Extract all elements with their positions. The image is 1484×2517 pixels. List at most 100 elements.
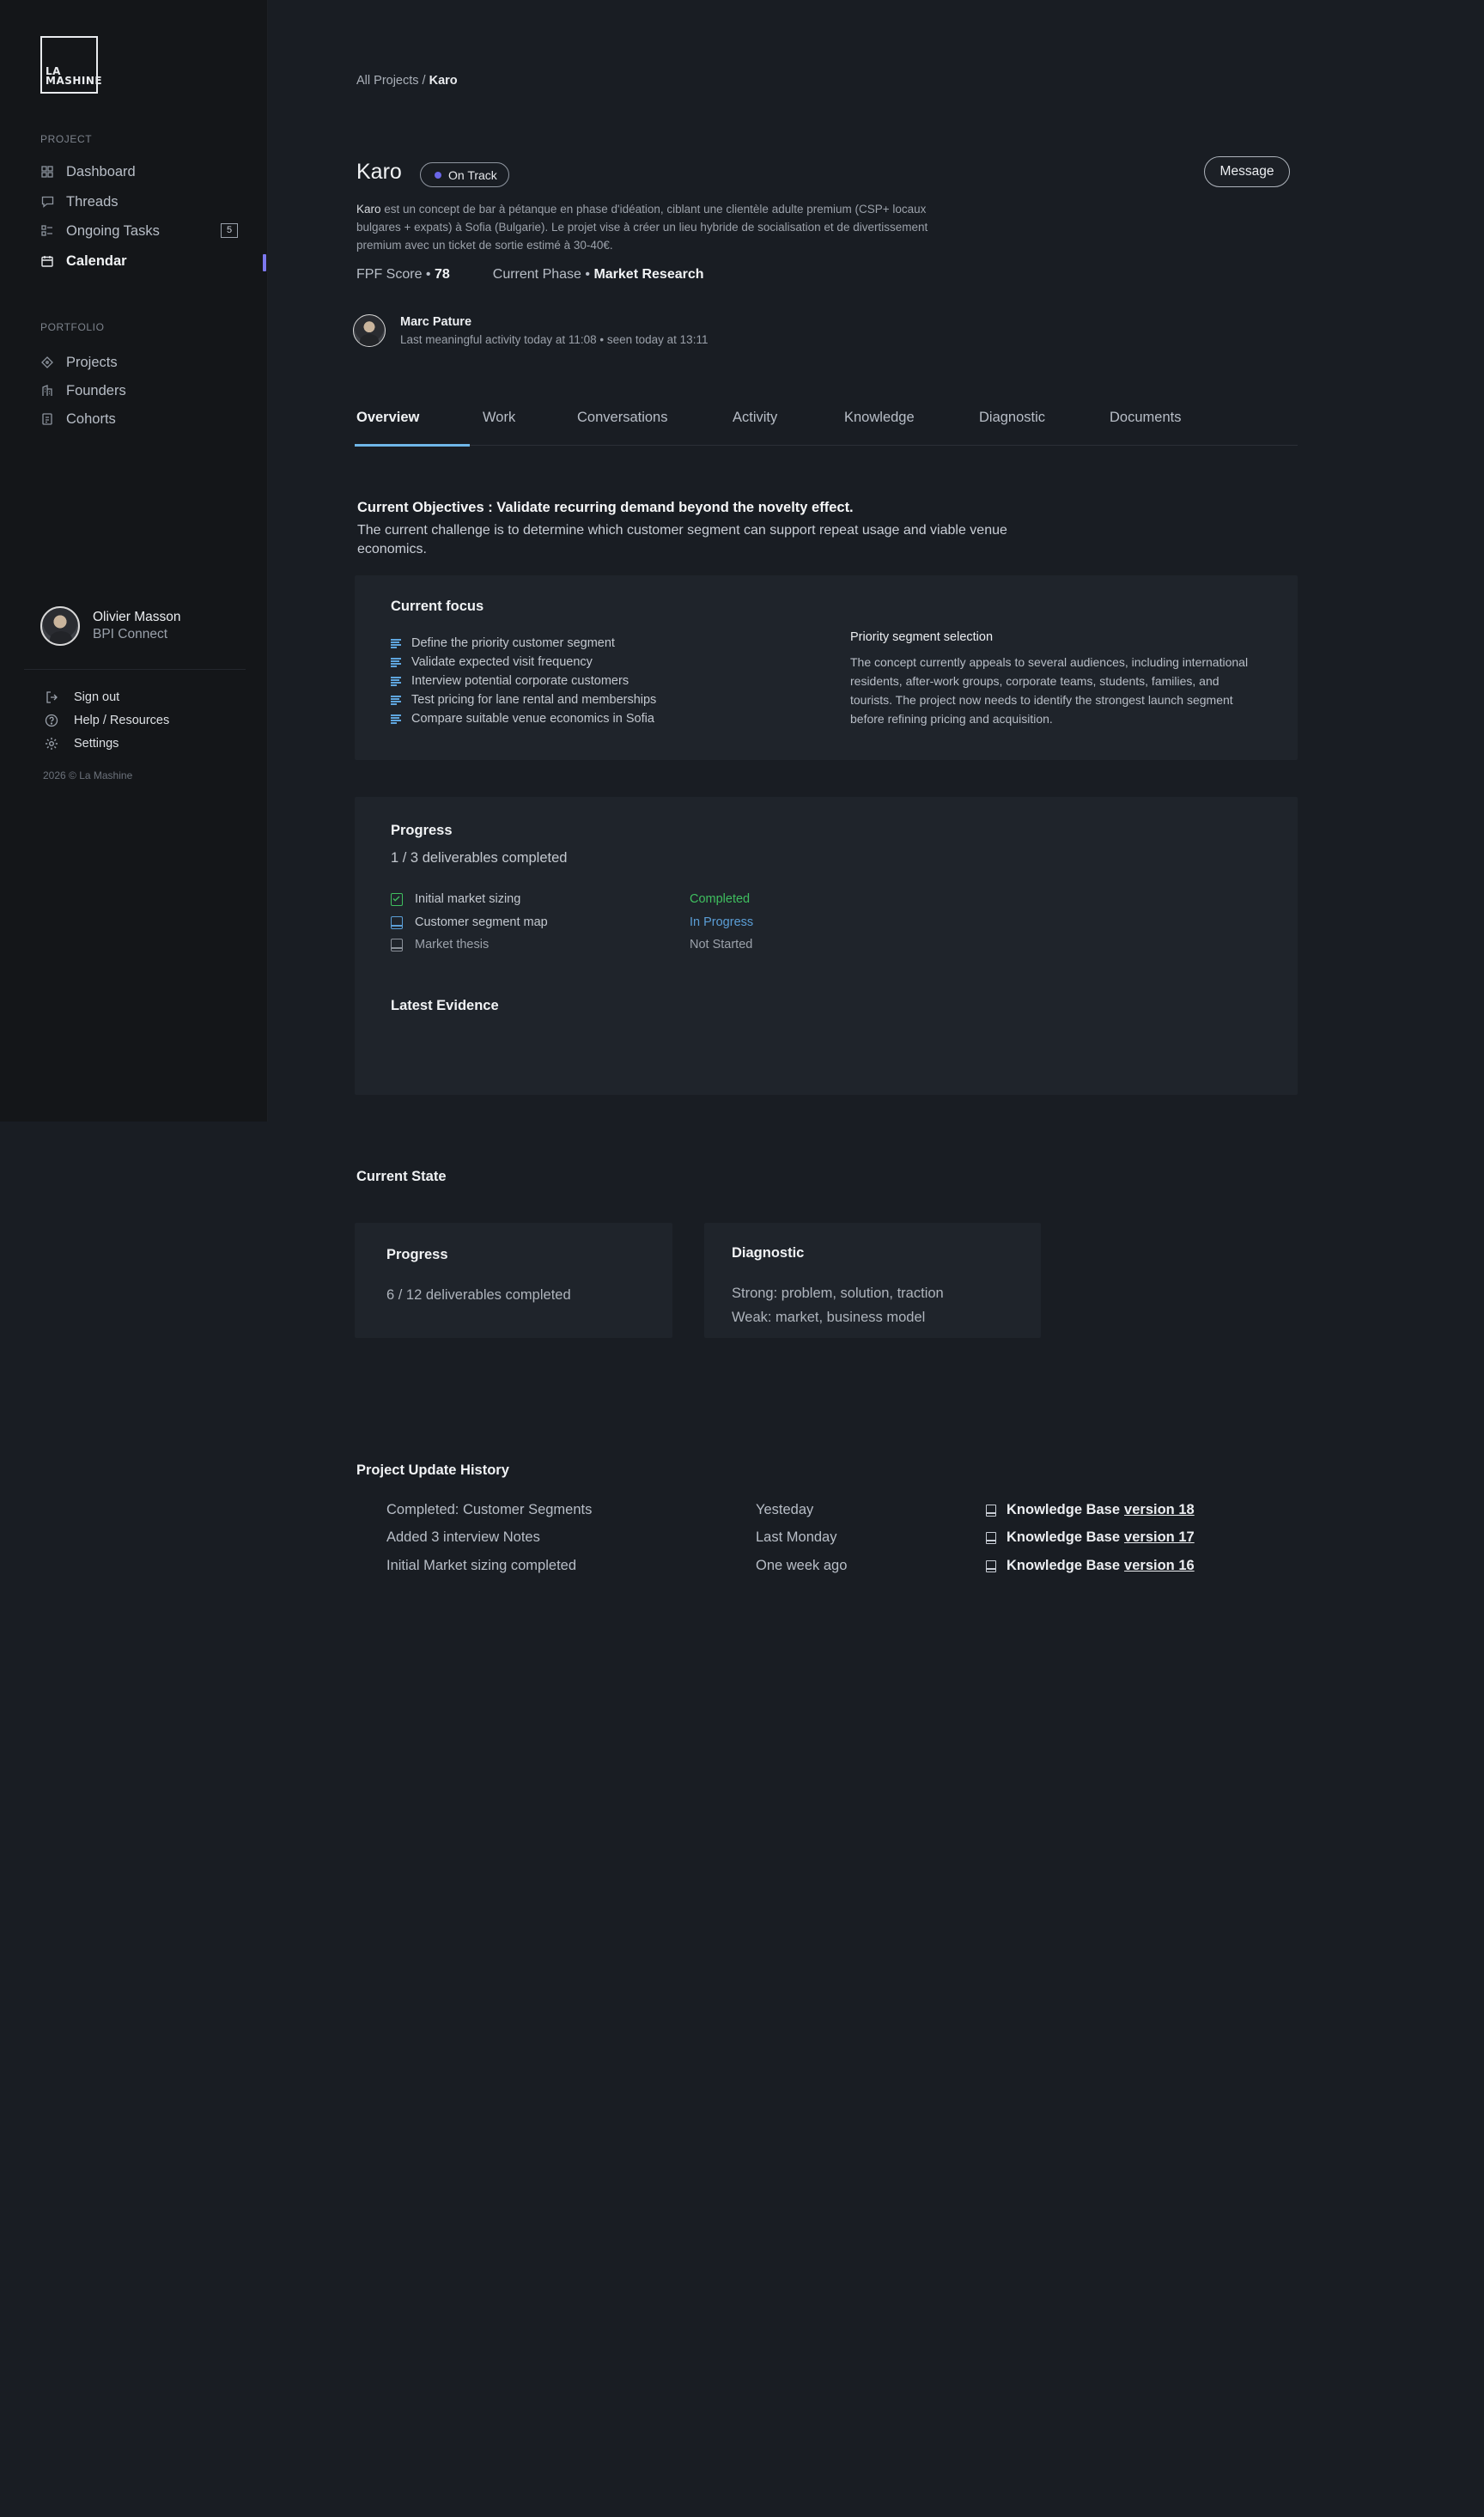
- history-row: Initial Market sizing completed One week…: [386, 1558, 1195, 1574]
- history-row: Added 3 interview Notes Last Monday Know…: [386, 1529, 1195, 1546]
- deliverable-status: Not Started: [690, 938, 753, 951]
- project-title: Karo: [356, 160, 402, 184]
- tab-knowledge[interactable]: Knowledge: [844, 410, 915, 426]
- tab-conversations[interactable]: Conversations: [577, 410, 667, 426]
- list-lines-icon: [391, 657, 401, 667]
- tab-activity[interactable]: Activity: [733, 410, 777, 426]
- state-progress-card: Progress 6 / 12 deliverables completed: [355, 1223, 672, 1338]
- deliverable-row[interactable]: Customer segment map In Progress: [391, 915, 753, 929]
- sidebar: LA MASHINE PROJECT Dashboard Threads Ong…: [0, 0, 268, 1122]
- sign-out-icon: [45, 690, 58, 704]
- copyright-text: 2026 © La Mashine: [43, 769, 133, 781]
- sidebar-item-calendar[interactable]: Calendar: [40, 250, 238, 272]
- current-focus-title: Current focus: [391, 599, 484, 614]
- tab-documents[interactable]: Documents: [1110, 410, 1181, 426]
- status-dot: [435, 171, 441, 179]
- list-item: Compare suitable venue economics in Sofi…: [391, 709, 656, 728]
- list-lines-icon: [391, 714, 401, 724]
- owner-avatar: [353, 314, 386, 347]
- sidebar-divider: [24, 669, 246, 670]
- state-progress-value: 6 / 12 deliverables completed: [386, 1287, 571, 1303]
- project-description: Karo est un concept de bar à pétanque en…: [356, 203, 928, 252]
- sidebar-item-dashboard[interactable]: Dashboard: [40, 161, 238, 183]
- sidebar-item-projects[interactable]: Projects: [40, 351, 238, 374]
- diamond-icon: [40, 356, 54, 369]
- breadcrumb-all-projects[interactable]: All Projects: [356, 74, 419, 88]
- latest-evidence-title: Latest Evidence: [391, 998, 499, 1013]
- objectives-title: Current Objectives : Validate recurring …: [357, 500, 854, 515]
- book-icon: [986, 1531, 996, 1544]
- sidebar-item-ongoing-tasks[interactable]: Ongoing Tasks 5: [40, 220, 238, 242]
- sidebar-item-label: Founders: [66, 382, 126, 398]
- sidebar-item-label: Cohorts: [66, 410, 116, 427]
- knowledge-base-link[interactable]: Knowledge Base version 17: [986, 1529, 1195, 1546]
- project-metrics: FPF Score • 78 Current Phase • Market Re…: [356, 267, 704, 283]
- deliverable-row[interactable]: Market thesis Not Started: [391, 938, 752, 951]
- diagnostic-weak: Weak: market, business model: [732, 1310, 926, 1325]
- owner-name[interactable]: Marc Pature: [400, 315, 708, 329]
- tab-work[interactable]: Work: [483, 410, 515, 426]
- diagnostic-strong: Strong: problem, solution, traction: [732, 1286, 944, 1301]
- fpf-score: FPF Score • 78: [356, 267, 450, 282]
- update-history-title: Project Update History: [356, 1462, 509, 1478]
- tasks-count-badge: 5: [221, 223, 238, 238]
- current-phase: Current Phase • Market Research: [492, 267, 704, 282]
- portfolio-section-label: PORTFOLIO: [40, 321, 105, 333]
- status-badge: On Track: [420, 162, 509, 187]
- current-user[interactable]: Olivier Masson BPI Connect: [40, 606, 181, 646]
- deliverable-row[interactable]: Initial market sizing Completed: [391, 892, 750, 906]
- settings-link[interactable]: Settings: [45, 737, 119, 751]
- founders-icon: [40, 384, 54, 398]
- sidebar-item-founders[interactable]: Founders: [40, 380, 238, 402]
- check-document-icon: [391, 892, 403, 906]
- tab-diagnostic[interactable]: Diagnostic: [979, 410, 1045, 426]
- user-avatar: [40, 606, 80, 646]
- knowledge-base-link[interactable]: Knowledge Base version 18: [986, 1502, 1195, 1518]
- list-item: Define the priority customer segment: [391, 634, 656, 653]
- clipboard-icon: [40, 412, 54, 426]
- knowledge-base-link[interactable]: Knowledge Base version 16: [986, 1558, 1195, 1574]
- focus-list: Define the priority customer segment Val…: [391, 634, 656, 728]
- project-owner: Marc Pature Last meaningful activity tod…: [353, 314, 708, 347]
- help-circle-icon: [45, 714, 58, 727]
- message-button[interactable]: Message: [1204, 156, 1290, 187]
- progress-summary: 1 / 3 deliverables completed: [391, 850, 568, 866]
- book-icon: [391, 938, 403, 951]
- sidebar-item-threads[interactable]: Threads: [40, 191, 238, 213]
- current-focus-card: Current focus Define the priority custom…: [355, 575, 1298, 760]
- state-diagnostic-card: Diagnostic Strong: problem, solution, tr…: [704, 1223, 1041, 1338]
- sidebar-item-cohorts[interactable]: Cohorts: [40, 408, 238, 430]
- sign-out-link[interactable]: Sign out: [45, 690, 119, 704]
- priority-segment-text: The concept currently appeals to several…: [850, 655, 1249, 726]
- user-organization: BPI Connect: [93, 627, 168, 641]
- sidebar-item-label: Calendar: [66, 252, 127, 269]
- gear-icon: [45, 737, 58, 751]
- la-mashine-logo[interactable]: LA MASHINE: [40, 36, 102, 94]
- book-icon: [391, 915, 403, 929]
- deliverable-status: Completed: [690, 892, 751, 906]
- active-tab-underline: [355, 444, 470, 447]
- book-icon: [986, 1559, 996, 1572]
- deliverable-status: In Progress: [690, 915, 754, 929]
- current-state-title: Current State: [356, 1169, 447, 1184]
- project-section-label: PROJECT: [40, 133, 93, 145]
- state-diagnostic-title: Diagnostic: [732, 1245, 805, 1261]
- history-row: Completed: Customer Segments Yesteday Kn…: [386, 1502, 1195, 1518]
- state-progress-title: Progress: [386, 1247, 448, 1262]
- progress-title: Progress: [391, 823, 453, 838]
- grid-icon: [40, 165, 54, 179]
- help-resources-link[interactable]: Help / Resources: [45, 714, 169, 727]
- book-icon: [986, 1504, 996, 1517]
- list-item: Interview potential corporate customers: [391, 672, 656, 690]
- tab-overview[interactable]: Overview: [356, 410, 419, 426]
- list-lines-icon: [391, 676, 401, 686]
- sidebar-item-label: Projects: [66, 354, 118, 370]
- list-lines-icon: [391, 695, 401, 705]
- task-list-icon: [40, 224, 54, 238]
- breadcrumb: All Projects / Karo: [356, 74, 458, 88]
- progress-card: Progress 1 / 3 deliverables completed In…: [355, 797, 1298, 1095]
- sidebar-item-label: Ongoing Tasks: [66, 222, 160, 239]
- breadcrumb-current: Karo: [429, 74, 458, 88]
- user-name: Olivier Masson: [93, 610, 181, 624]
- chat-bubble-icon: [40, 195, 54, 209]
